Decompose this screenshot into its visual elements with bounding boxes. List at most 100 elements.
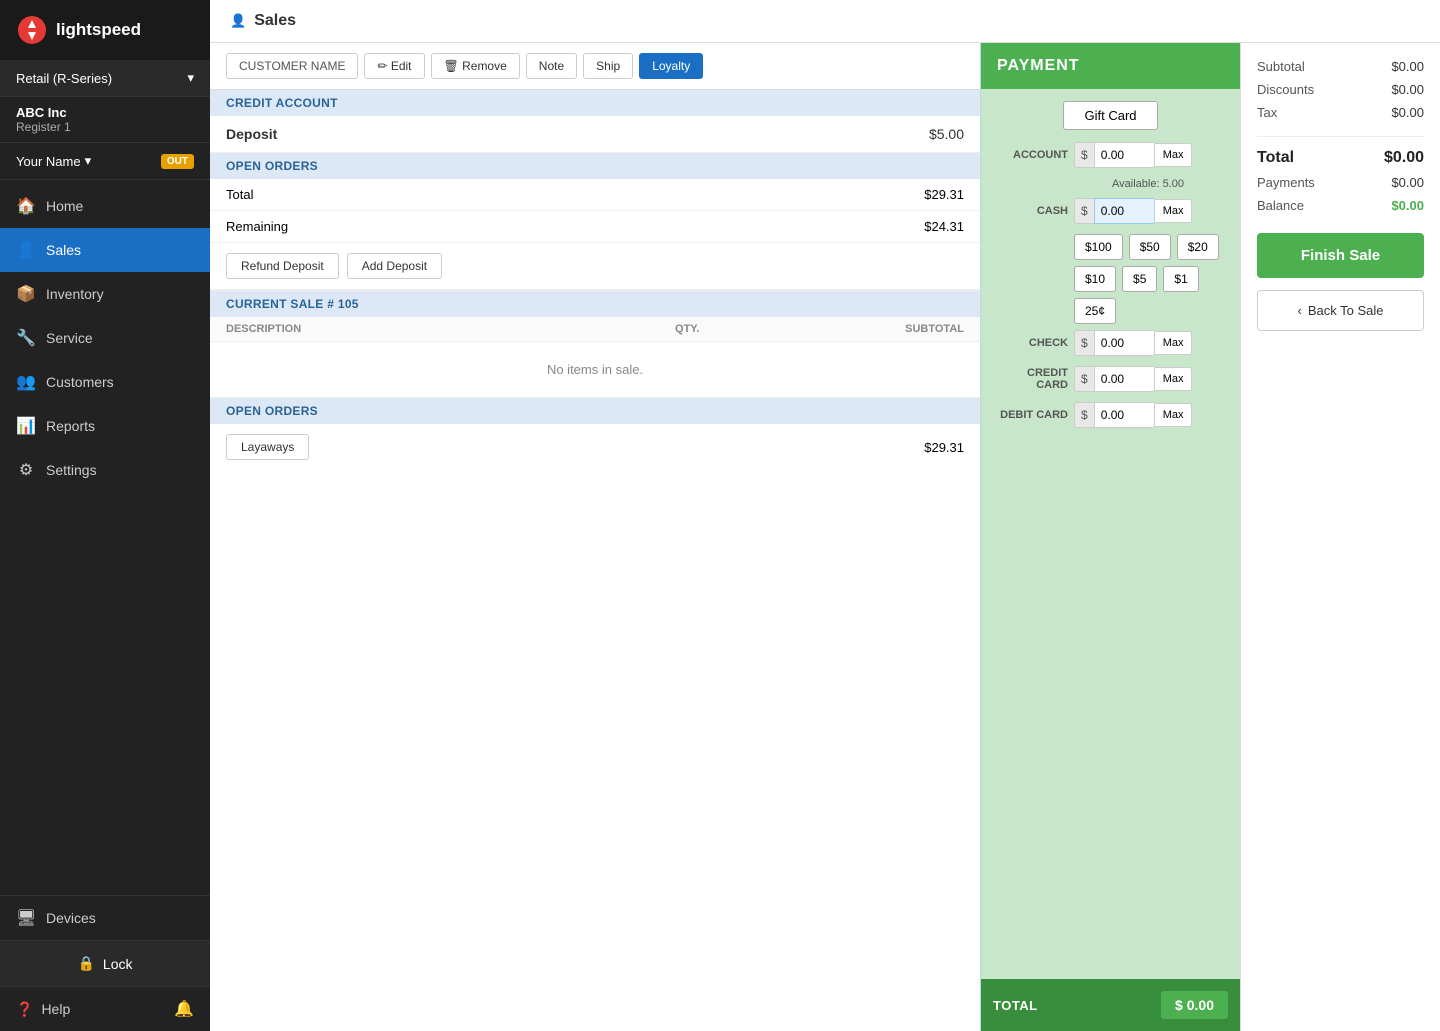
summary-total-value: $0.00 xyxy=(1384,149,1424,167)
home-icon: 🏠 xyxy=(16,196,36,216)
back-to-sale-button[interactable]: ‹ Back To Sale xyxy=(1257,290,1424,331)
debit-card-method-row: DEBIT CARD $ Max xyxy=(993,402,1228,428)
sidebar-item-label: Home xyxy=(46,198,83,214)
cash-btn-1[interactable]: $1 xyxy=(1163,266,1198,292)
account-max-button[interactable]: Max xyxy=(1154,143,1193,167)
orders-total-label: Total xyxy=(226,187,253,202)
cash-method-row: CASH $ Max xyxy=(993,198,1228,224)
gift-card-row: Gift Card xyxy=(993,101,1228,130)
payments-label: Payments xyxy=(1257,175,1315,190)
cash-btn-25c[interactable]: 25¢ xyxy=(1074,298,1116,324)
cash-buttons-row1: $100 $50 $20 $10 $5 $1 25¢ xyxy=(993,234,1228,324)
sidebar: lightspeed Retail (R-Series) ▾ ABC Inc R… xyxy=(0,0,210,1031)
cash-btn-20[interactable]: $20 xyxy=(1177,234,1219,260)
logo-area: lightspeed xyxy=(0,0,210,60)
help-icon: ❓ xyxy=(16,1001,33,1018)
sidebar-item-label: Reports xyxy=(46,418,95,434)
deposit-value: $5.00 xyxy=(929,126,964,142)
store-selector[interactable]: Retail (R-Series) ▾ xyxy=(0,60,210,97)
loyalty-button[interactable]: Loyalty xyxy=(639,53,703,79)
user-name[interactable]: Your Name ▾ xyxy=(16,153,91,169)
layaways-button[interactable]: Layaways xyxy=(226,434,309,460)
help-label: Help xyxy=(41,1001,70,1017)
sidebar-item-service[interactable]: 🔧 Service xyxy=(0,316,210,360)
payment-total-currency: $ xyxy=(1175,997,1183,1013)
account-currency: $ xyxy=(1074,142,1094,168)
register-label: Register 1 xyxy=(16,120,194,134)
cash-btn-10[interactable]: $10 xyxy=(1074,266,1116,292)
tax-row: Tax $0.00 xyxy=(1257,105,1424,120)
add-deposit-button[interactable]: Add Deposit xyxy=(347,253,442,279)
payment-panel: PAYMENT Gift Card ACCOUNT $ Max Availabl… xyxy=(980,43,1240,1031)
payment-header: PAYMENT xyxy=(981,43,1240,89)
sidebar-item-customers[interactable]: 👥 Customers xyxy=(0,360,210,404)
store-selector-label: Retail (R-Series) xyxy=(16,71,112,86)
payment-total-row: TOTAL $ 0.00 xyxy=(981,979,1240,1031)
user-row: Your Name ▾ OUT xyxy=(0,143,210,180)
sale-table-header: DESCRIPTION QTY. SUBTOTAL xyxy=(210,317,980,342)
tax-label: Tax xyxy=(1257,105,1277,120)
summary-panel: Subtotal $0.00 Discounts $0.00 Tax $0.00… xyxy=(1240,43,1440,1031)
sidebar-item-home[interactable]: 🏠 Home xyxy=(0,184,210,228)
settings-icon: ⚙ xyxy=(16,460,36,480)
cash-btn-50[interactable]: $50 xyxy=(1129,234,1171,260)
sidebar-item-sales[interactable]: 👤 Sales xyxy=(0,228,210,272)
back-chevron-icon: ‹ xyxy=(1298,303,1302,318)
check-currency: $ xyxy=(1074,330,1094,356)
check-input[interactable] xyxy=(1094,330,1154,356)
summary-divider xyxy=(1257,136,1424,137)
account-input[interactable] xyxy=(1094,142,1154,168)
check-input-group: $ Max xyxy=(1074,330,1228,356)
customer-name-button[interactable]: CUSTOMER NAME xyxy=(226,53,358,79)
summary-total-row: Total $0.00 xyxy=(1257,149,1424,167)
bell-icon: 🔔 xyxy=(174,999,194,1019)
lock-button[interactable]: 🔒 Lock xyxy=(0,940,210,986)
discounts-row: Discounts $0.00 xyxy=(1257,82,1424,97)
sidebar-item-devices[interactable]: 🖥 Devices xyxy=(0,896,210,940)
cash-btn-5[interactable]: $5 xyxy=(1122,266,1157,292)
open-orders-top-header: OPEN ORDERS xyxy=(210,153,980,179)
remove-button[interactable]: 🗑 Remove xyxy=(431,53,520,79)
cash-row-2: $10 $5 $1 xyxy=(1074,266,1228,292)
sidebar-item-settings[interactable]: ⚙ Settings xyxy=(0,448,210,492)
store-name: ABC Inc xyxy=(16,105,194,120)
check-max-button[interactable]: Max xyxy=(1154,331,1193,355)
refund-deposit-button[interactable]: Refund Deposit xyxy=(226,253,339,279)
sidebar-item-reports[interactable]: 📊 Reports xyxy=(0,404,210,448)
subtotal-label: Subtotal xyxy=(1257,59,1305,74)
check-label: CHECK xyxy=(993,337,1068,349)
credit-card-input-group: $ Max xyxy=(1074,366,1228,392)
credit-card-label: CREDIT CARD xyxy=(993,367,1068,391)
page-title: Sales xyxy=(254,12,296,30)
out-badge: OUT xyxy=(161,154,194,169)
balance-row: Balance $0.00 xyxy=(1257,198,1424,213)
cash-btn-100[interactable]: $100 xyxy=(1074,234,1123,260)
finish-sale-button[interactable]: Finish Sale xyxy=(1257,233,1424,278)
cash-input[interactable] xyxy=(1094,198,1154,224)
edit-button[interactable]: ✏ Edit xyxy=(364,53,424,79)
lock-label: Lock xyxy=(103,956,133,972)
credit-card-currency: $ xyxy=(1074,366,1094,392)
credit-card-max-button[interactable]: Max xyxy=(1154,367,1193,391)
cash-row-1: $100 $50 $20 xyxy=(1074,234,1228,260)
back-to-sale-label: Back To Sale xyxy=(1308,303,1384,318)
lock-icon: 🔒 xyxy=(77,955,94,972)
main-area: 👤 Sales CUSTOMER NAME ✏ Edit 🗑 Remove No… xyxy=(210,0,1440,1031)
sidebar-item-inventory[interactable]: 📦 Inventory xyxy=(0,272,210,316)
subtotal-value: $0.00 xyxy=(1391,59,1424,74)
payments-row: Payments $0.00 xyxy=(1257,175,1424,190)
help-row[interactable]: ❓ Help 🔔 xyxy=(0,986,210,1031)
cash-max-button[interactable]: Max xyxy=(1154,199,1193,223)
debit-card-input[interactable] xyxy=(1094,402,1154,428)
summary-total-label: Total xyxy=(1257,149,1294,167)
payments-value: $0.00 xyxy=(1391,175,1424,190)
gift-card-button[interactable]: Gift Card xyxy=(1063,101,1157,130)
sidebar-nav: 🏠 Home 👤 Sales 📦 Inventory 🔧 Service 👥 C… xyxy=(0,180,210,895)
debit-card-currency: $ xyxy=(1074,402,1094,428)
chevron-down-icon: ▾ xyxy=(187,70,194,86)
debit-card-max-button[interactable]: Max xyxy=(1154,403,1193,427)
ship-button[interactable]: Ship xyxy=(583,53,633,79)
note-button[interactable]: Note xyxy=(526,53,577,79)
credit-card-input[interactable] xyxy=(1094,366,1154,392)
service-icon: 🔧 xyxy=(16,328,36,348)
